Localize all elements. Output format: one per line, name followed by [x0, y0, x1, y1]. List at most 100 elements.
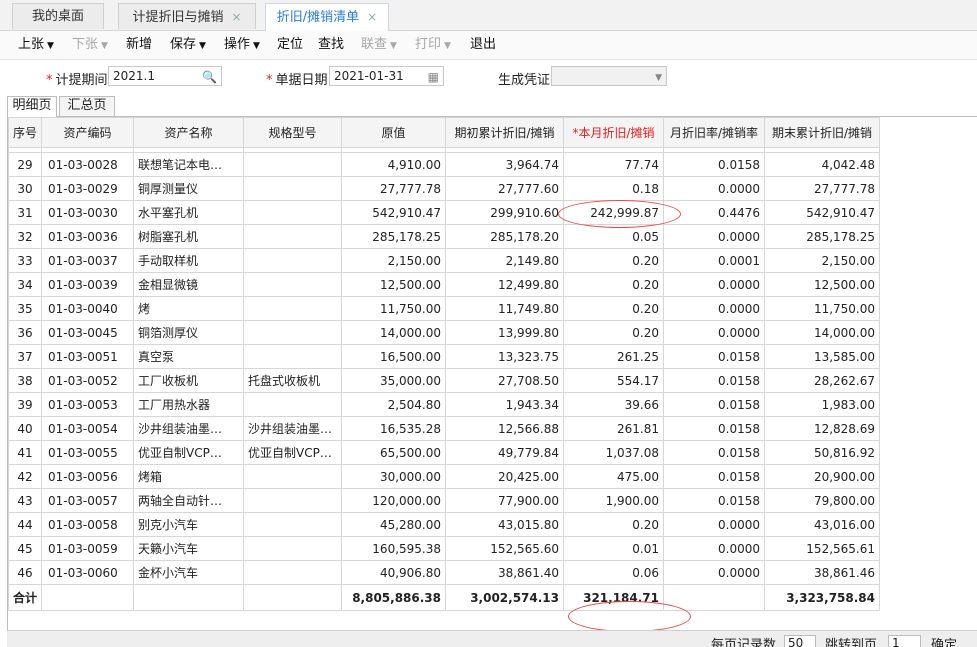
table-cell[interactable]: 01-03-0058 [41, 512, 135, 537]
table-row[interactable]: 35 01-03-0040 烤 11,750.00 11,749.80 0.20 0.000… [8, 296, 881, 321]
table-cell[interactable]: 0.0000 [663, 512, 766, 537]
table-cell[interactable]: 39.66 [563, 392, 665, 417]
table-cell[interactable]: 49,779.84 [445, 440, 565, 465]
table-cell[interactable]: 1,037.08 [563, 440, 665, 465]
table-cell[interactable]: 01-03-0054 [41, 416, 135, 441]
table-row[interactable]: 41 01-03-0055 优亚自制VCP… 优亚自制VCP… 65,500.00 49,… [8, 440, 881, 465]
table-cell[interactable] [243, 512, 343, 537]
table-cell[interactable]: 41 [8, 440, 43, 465]
table-cell[interactable]: 261.25 [563, 344, 665, 369]
table-cell[interactable]: 14,000.00 [764, 320, 881, 345]
table-cell[interactable]: 优亚自制VCP… [243, 440, 343, 465]
table-cell[interactable]: 12,828.69 [764, 416, 881, 441]
table-cell[interactable]: 两轴全自动针… [133, 488, 245, 513]
table-cell[interactable] [243, 176, 343, 201]
locate-button[interactable]: 定位 [277, 31, 303, 59]
prev-button[interactable]: 上张 ▼ [18, 31, 54, 59]
tab-depreciation[interactable]: 计提折旧与摊销 × [118, 3, 256, 29]
table-cell[interactable]: 01-03-0051 [41, 344, 135, 369]
table-row[interactable]: 31 01-03-0030 水平塞孔机 542,910.47 299,910.60 242… [8, 200, 881, 225]
col-header[interactable]: *本月折旧/摊销 [563, 117, 665, 148]
table-cell[interactable]: 0.06 [563, 560, 665, 585]
table-cell[interactable]: 34 [8, 272, 43, 297]
table-cell[interactable]: 36 [8, 320, 43, 345]
table-cell[interactable]: 38,861.40 [445, 560, 565, 585]
exit-button[interactable]: 退出 [470, 31, 496, 59]
table-cell[interactable] [243, 320, 343, 345]
table-cell[interactable]: 285,178.25 [764, 224, 881, 249]
table-cell[interactable]: 38 [8, 368, 43, 393]
table-cell[interactable]: 38,861.46 [764, 560, 881, 585]
table-row[interactable]: 39 01-03-0053 工厂用热水器 2,504.80 1,943.34 39.66 0… [8, 392, 881, 417]
col-header[interactable]: 期初累计折旧/摊销 [445, 117, 565, 148]
table-cell[interactable]: 77.74 [563, 152, 665, 177]
table-cell[interactable]: 0.0158 [663, 344, 766, 369]
table-cell[interactable]: 16,535.28 [341, 416, 447, 441]
table-cell[interactable]: 50,816.92 [764, 440, 881, 465]
table-cell[interactable]: 152,565.61 [764, 536, 881, 561]
col-header[interactable]: 序号 [8, 117, 43, 148]
table-row[interactable]: 45 01-03-0059 天籁小汽车 160,595.38 152,565.60 0.0… [8, 536, 881, 561]
table-cell[interactable]: 联想笔记本电… [133, 152, 245, 177]
goto-page-input[interactable]: 1 [888, 635, 921, 647]
next-button[interactable]: 下张 ▼ [72, 31, 108, 59]
col-header[interactable]: 期末累计折旧/摊销 [764, 117, 881, 148]
chevron-down-icon[interactable]: ▼ [655, 69, 662, 87]
tab-depreciation-list[interactable]: 折旧/摊销清单 × [265, 3, 389, 31]
table-cell[interactable]: 0.0158 [663, 368, 766, 393]
table-cell[interactable]: 32 [8, 224, 43, 249]
table-cell[interactable]: 0.0158 [663, 416, 766, 441]
table-cell[interactable]: 4,910.00 [341, 152, 447, 177]
table-cell[interactable]: 工厂用热水器 [133, 392, 245, 417]
table-cell[interactable] [243, 296, 343, 321]
table-cell[interactable]: 475.00 [563, 464, 665, 489]
table-cell[interactable]: 01-03-0037 [41, 248, 135, 273]
table-cell[interactable]: 金杯小汽车 [133, 560, 245, 585]
table-cell[interactable]: 01-03-0056 [41, 464, 135, 489]
table-cell[interactable]: 0.0158 [663, 440, 766, 465]
table-row[interactable]: 29 01-03-0028 联想笔记本电… 4,910.00 3,964.74 77.74… [8, 152, 881, 177]
table-cell[interactable]: 铜箔测厚仪 [133, 320, 245, 345]
table-cell[interactable]: 天籁小汽车 [133, 536, 245, 561]
table-row[interactable]: 36 01-03-0045 铜箔测厚仪 14,000.00 13,999.80 0.20 0… [8, 320, 881, 345]
table-cell[interactable]: 0.20 [563, 512, 665, 537]
table-cell[interactable]: 铜厚测量仪 [133, 176, 245, 201]
operations-button[interactable]: 操作 ▼ [224, 31, 260, 59]
table-cell[interactable]: 65,500.00 [341, 440, 447, 465]
table-row[interactable]: 43 01-03-0057 两轴全自动针… 120,000.00 77,900.00 1,… [8, 488, 881, 513]
table-cell[interactable]: 28,262.67 [764, 368, 881, 393]
print-button[interactable]: 打印 ▼ [415, 31, 451, 59]
save-button[interactable]: 保存 ▼ [170, 31, 206, 59]
table-row[interactable]: 32 01-03-0036 树脂塞孔机 285,178.25 285,178.20 0.0… [8, 224, 881, 249]
table-cell[interactable]: 0.0000 [663, 224, 766, 249]
per-page-input[interactable]: 50 [784, 635, 816, 647]
table-row[interactable]: 42 01-03-0056 烤箱 30,000.00 20,425.00 475.00 0.… [8, 464, 881, 489]
period-field[interactable]: 2021.1 🔍 [108, 66, 222, 86]
table-cell[interactable]: 20,900.00 [764, 464, 881, 489]
table-cell[interactable]: 77,900.00 [445, 488, 565, 513]
table-cell[interactable]: 44 [8, 512, 43, 537]
table-cell[interactable]: 01-03-0028 [41, 152, 135, 177]
link-query-button[interactable]: 联查 ▼ [361, 31, 397, 59]
table-cell[interactable]: 0.01 [563, 536, 665, 561]
table-cell[interactable]: 11,750.00 [764, 296, 881, 321]
table-cell[interactable]: 01-03-0045 [41, 320, 135, 345]
table-cell[interactable]: 沙井组装油墨… [243, 416, 343, 441]
table-cell[interactable]: 0.0001 [663, 248, 766, 273]
table-cell[interactable]: 01-03-0030 [41, 200, 135, 225]
table-cell[interactable] [243, 536, 343, 561]
table-cell[interactable] [243, 560, 343, 585]
table-cell[interactable]: 2,150.00 [341, 248, 447, 273]
table-cell[interactable]: 285,178.20 [445, 224, 565, 249]
table-cell[interactable]: 0.0158 [663, 152, 766, 177]
table-cell[interactable]: 12,500.00 [764, 272, 881, 297]
table-cell[interactable]: 2,149.80 [445, 248, 565, 273]
table-cell[interactable]: 0.20 [563, 320, 665, 345]
close-icon[interactable]: × [231, 10, 241, 24]
tab-desktop[interactable]: 我的桌面 [12, 3, 104, 29]
table-cell[interactable]: 46 [8, 560, 43, 585]
table-cell[interactable]: 手动取样机 [133, 248, 245, 273]
table-cell[interactable]: 45,280.00 [341, 512, 447, 537]
table-cell[interactable]: 0.18 [563, 176, 665, 201]
col-header[interactable]: 规格型号 [243, 117, 343, 148]
